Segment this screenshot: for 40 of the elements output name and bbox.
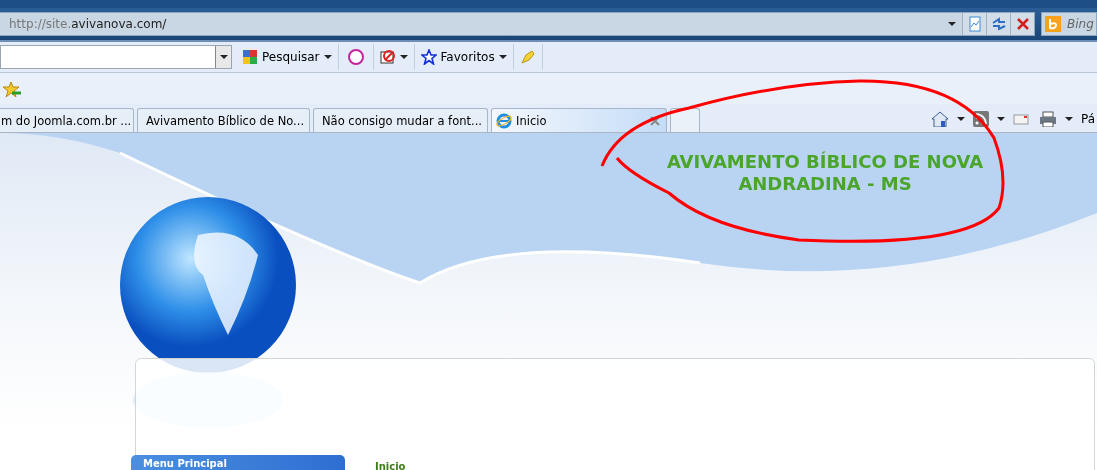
stop-button[interactable] — [1010, 13, 1034, 35]
caret-icon[interactable] — [1064, 117, 1073, 121]
new-tab-button[interactable] — [670, 108, 700, 132]
dropdown-button[interactable] — [215, 46, 231, 68]
caret-icon[interactable] — [948, 22, 956, 26]
bing-logo-icon — [1045, 16, 1061, 32]
address-field[interactable]: http://site.avivanova.com/ — [0, 12, 1035, 36]
refresh-arrows-icon — [990, 16, 1007, 32]
broken-page-icon — [966, 16, 983, 32]
browser-tab[interactable]: Não consigo mudar a font... — [313, 108, 488, 132]
toolbar-button[interactable]: Pesquisar — [236, 44, 339, 70]
browser-tab[interactable]: m do Joomla.com.br ... — [0, 108, 134, 132]
printer-icon — [1038, 111, 1057, 127]
site-title: AVIVAMENTO BÍBLICO DE NOVA ANDRADINA - MS — [665, 151, 985, 195]
toolbar-button[interactable]: Favoritos — [414, 44, 514, 70]
caret-icon[interactable] — [219, 55, 228, 59]
browser-tab[interactable]: Inicio — [491, 108, 667, 132]
refresh-button[interactable] — [986, 13, 1010, 35]
add-favorite-star-icon — [2, 80, 22, 97]
caret-icon[interactable] — [323, 55, 332, 59]
home-icon — [930, 111, 949, 127]
close-icon — [650, 115, 660, 126]
envelope-icon — [1012, 111, 1029, 127]
caret-icon[interactable] — [996, 117, 1005, 121]
browser-tab[interactable]: Avivamento Bíblico de No... — [137, 108, 310, 132]
caret-icon[interactable] — [399, 55, 408, 59]
blocked-popup-icon — [379, 49, 396, 65]
close-icon — [1014, 16, 1031, 32]
menu-header: Menu Principal — [131, 455, 345, 470]
caret-icon[interactable] — [956, 117, 965, 121]
caret-icon[interactable] — [498, 55, 507, 59]
star-icon — [420, 49, 437, 65]
search-field[interactable]: Bing — [1041, 12, 1097, 36]
page-menu-button[interactable]: Pá — [1078, 112, 1097, 126]
highlighter-icon — [519, 49, 536, 65]
toolbar-search-field[interactable] — [0, 45, 232, 69]
breadcrumb-link[interactable]: Inicio — [375, 461, 406, 470]
url-text: http://site.avivanova.com/ — [8, 17, 168, 31]
colored-squares-icon — [242, 49, 258, 65]
ie-logo-icon — [496, 112, 512, 129]
